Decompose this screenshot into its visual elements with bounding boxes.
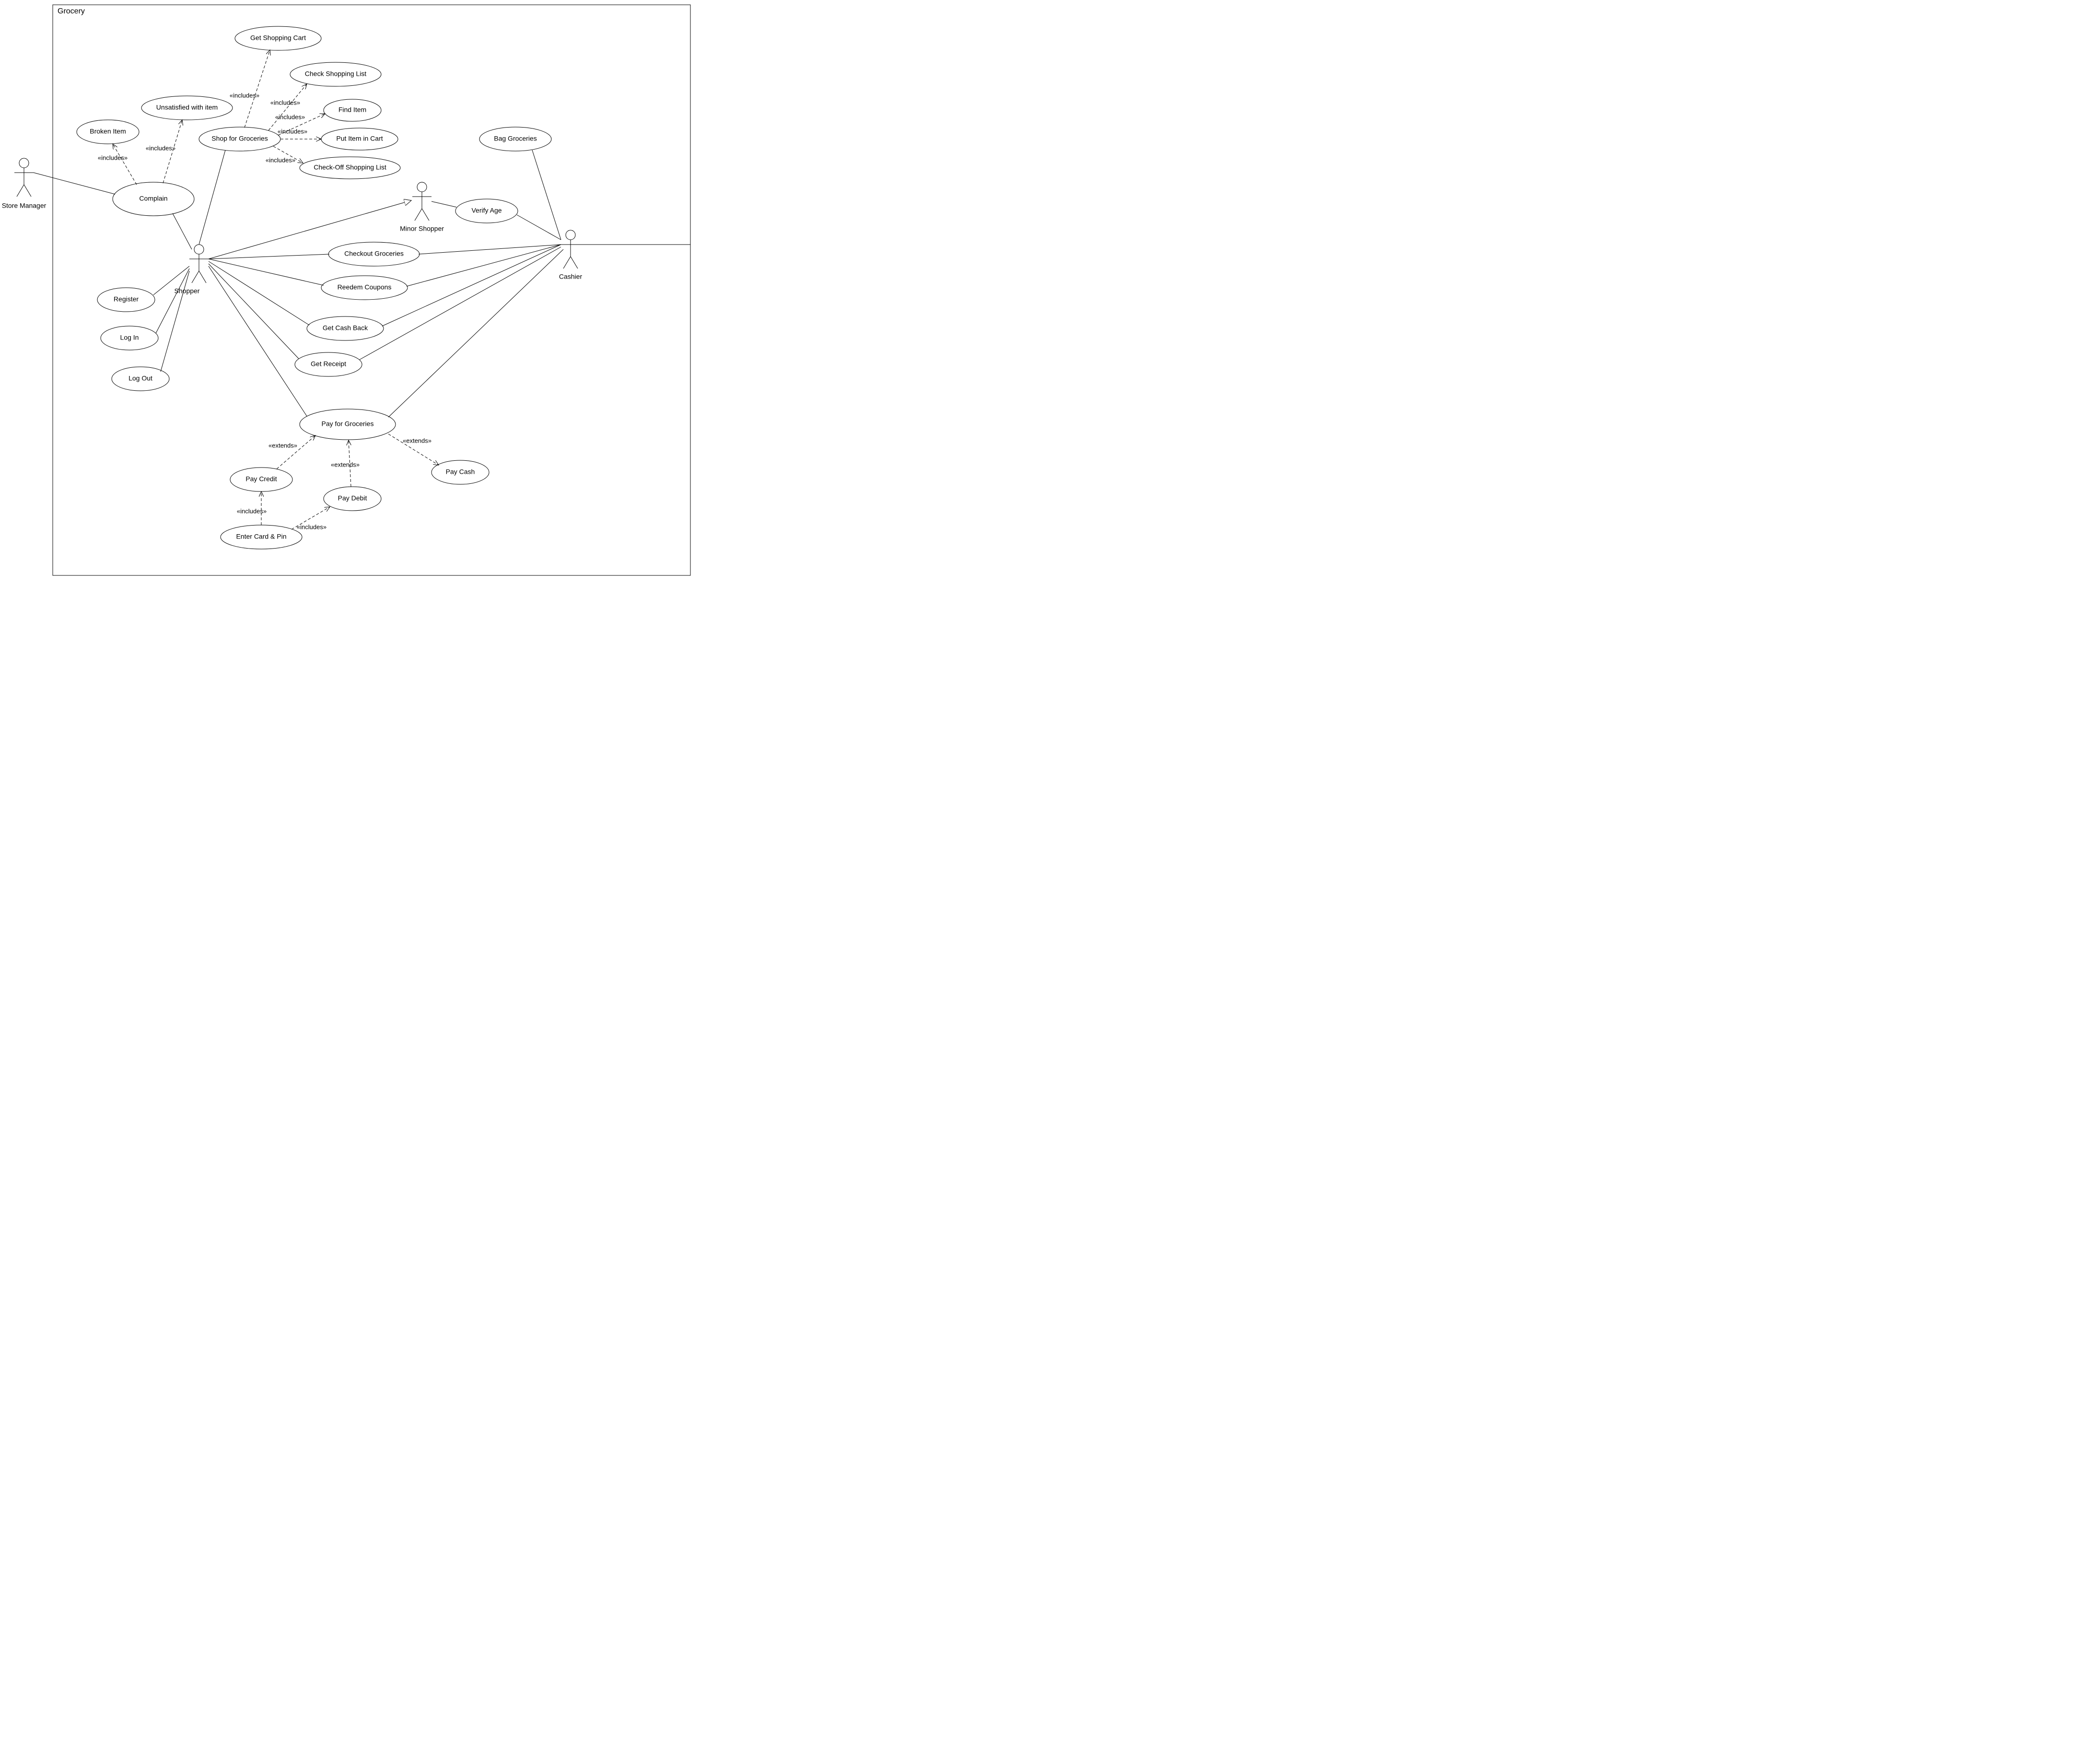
svg-text:Find Item: Find Item bbox=[338, 106, 366, 114]
svg-text:Verify Age: Verify Age bbox=[471, 207, 502, 214]
actor-minor-shopper: Minor Shopper bbox=[400, 182, 444, 233]
usecase-bag-groceries: Bag Groceries bbox=[479, 127, 551, 151]
usecase-login: Log In bbox=[101, 326, 158, 350]
svg-text:Pay Cash: Pay Cash bbox=[446, 468, 475, 476]
svg-text:Log In: Log In bbox=[120, 334, 139, 341]
usecase-broken-item: Broken Item bbox=[77, 120, 139, 144]
svg-text:«includes»: «includes» bbox=[266, 156, 295, 164]
usecase-complain: Complain bbox=[113, 182, 194, 216]
usecase-pay-cash: Pay Cash bbox=[432, 460, 489, 484]
svg-text:«includes»: «includes» bbox=[275, 113, 305, 120]
assoc-minor-verify bbox=[432, 201, 456, 207]
assoc-storemgr-complain bbox=[34, 173, 115, 194]
svg-text:Get Shopping Cart: Get Shopping Cart bbox=[250, 34, 306, 42]
svg-text:Log Out: Log Out bbox=[128, 374, 152, 382]
svg-text:«includes»: «includes» bbox=[237, 507, 267, 515]
assoc-shopper-login bbox=[156, 269, 189, 333]
assoc-shopper-checkout bbox=[209, 254, 329, 259]
usecase-find-item: Find Item bbox=[324, 99, 381, 121]
usecase-redeem-coupons: Reedem Coupons bbox=[321, 276, 408, 300]
svg-text:«extends»: «extends» bbox=[331, 461, 360, 468]
usecase-check-off-list: Check-Off Shopping List bbox=[300, 157, 400, 179]
system-title: Grocery bbox=[58, 7, 85, 15]
svg-text:Pay Credit: Pay Credit bbox=[245, 475, 277, 483]
svg-text:Checkout Groceries: Checkout Groceries bbox=[344, 250, 404, 257]
svg-text:Complain: Complain bbox=[139, 195, 167, 202]
assoc-shopper-cashback bbox=[209, 261, 309, 325]
svg-text:«includes»: «includes» bbox=[230, 92, 259, 99]
svg-text:«includes»: «includes» bbox=[270, 99, 300, 106]
actor-minor-shopper-label: Minor Shopper bbox=[400, 225, 444, 233]
svg-text:Put Item in Cart: Put Item in Cart bbox=[336, 135, 383, 142]
usecase-logout: Log Out bbox=[112, 367, 169, 391]
usecase-put-item-in-cart: Put Item in Cart bbox=[321, 128, 398, 150]
svg-text:Get Cash Back: Get Cash Back bbox=[323, 324, 368, 332]
assoc-shopper-receipt bbox=[209, 264, 299, 359]
extend-credit-pay bbox=[277, 435, 315, 469]
actor-cashier-label: Cashier bbox=[559, 273, 583, 281]
usecase-checkout: Checkout Groceries bbox=[328, 242, 420, 266]
usecase-pay-for-groceries: Pay for Groceries bbox=[300, 409, 396, 440]
svg-text:Shop for Groceries: Shop for Groceries bbox=[211, 135, 268, 142]
usecase-enter-card-pin: Enter Card & Pin bbox=[221, 525, 302, 549]
usecase-diagram: Grocery Store Manager Shopper Minor Shop… bbox=[0, 0, 700, 585]
usecase-get-receipt: Get Receipt bbox=[295, 352, 362, 376]
svg-text:Get Receipt: Get Receipt bbox=[311, 360, 346, 368]
assoc-cashier-checkout bbox=[419, 245, 561, 254]
svg-text:Reedem Coupons: Reedem Coupons bbox=[338, 283, 392, 291]
svg-text:«extends»: «extends» bbox=[268, 442, 297, 449]
assoc-cashier-pay bbox=[388, 249, 563, 417]
assoc-shopper-shop bbox=[199, 150, 225, 245]
usecase-unsatisfied: Unsatisfied with item bbox=[141, 96, 233, 120]
assoc-shopper-complain bbox=[173, 213, 192, 249]
actor-shopper-label: Shopper bbox=[175, 287, 200, 295]
svg-text:«includes»: «includes» bbox=[146, 144, 175, 152]
usecase-verify-age: Verify Age bbox=[455, 199, 518, 223]
actor-cashier: Cashier bbox=[559, 230, 583, 281]
usecase-register: Register bbox=[97, 288, 155, 312]
svg-text:Bag Groceries: Bag Groceries bbox=[494, 135, 537, 142]
include-shop-cart bbox=[245, 50, 270, 128]
svg-text:Broken Item: Broken Item bbox=[90, 128, 126, 135]
svg-text:Unsatisfied with item: Unsatisfied with item bbox=[156, 104, 218, 111]
usecase-pay-debit: Pay Debit bbox=[324, 487, 381, 511]
assoc-shopper-pay bbox=[209, 266, 307, 416]
svg-text:«extends»: «extends» bbox=[403, 437, 432, 444]
include-complain-broken bbox=[113, 144, 137, 185]
svg-text:Check-Off Shopping List: Check-Off Shopping List bbox=[314, 164, 386, 171]
usecase-get-shopping-cart: Get Shopping Cart bbox=[235, 26, 321, 50]
assoc-shopper-logout bbox=[161, 271, 189, 372]
svg-text:Check Shopping List: Check Shopping List bbox=[305, 70, 367, 78]
actor-store-manager: Store Manager bbox=[2, 158, 47, 210]
usecase-shop-for-groceries: Shop for Groceries bbox=[199, 127, 280, 151]
usecase-get-cash-back: Get Cash Back bbox=[307, 316, 384, 340]
usecase-pay-credit: Pay Credit bbox=[230, 468, 292, 491]
svg-text:Enter Card & Pin: Enter Card & Pin bbox=[236, 533, 286, 540]
svg-text:Register: Register bbox=[114, 295, 139, 303]
actor-store-manager-label: Store Manager bbox=[2, 202, 47, 210]
svg-text:«includes»: «includes» bbox=[297, 523, 327, 530]
include-shop-checklist bbox=[268, 84, 307, 130]
svg-text:Pay for Groceries: Pay for Groceries bbox=[322, 420, 374, 428]
svg-text:«includes»: «includes» bbox=[98, 154, 128, 161]
svg-text:Pay Debit: Pay Debit bbox=[338, 494, 367, 502]
svg-text:«includes»: «includes» bbox=[278, 128, 307, 135]
usecase-check-shopping-list: Check Shopping List bbox=[290, 62, 381, 86]
assoc-cashier-bag bbox=[532, 150, 561, 240]
assoc-cashier-redeem bbox=[407, 245, 561, 286]
